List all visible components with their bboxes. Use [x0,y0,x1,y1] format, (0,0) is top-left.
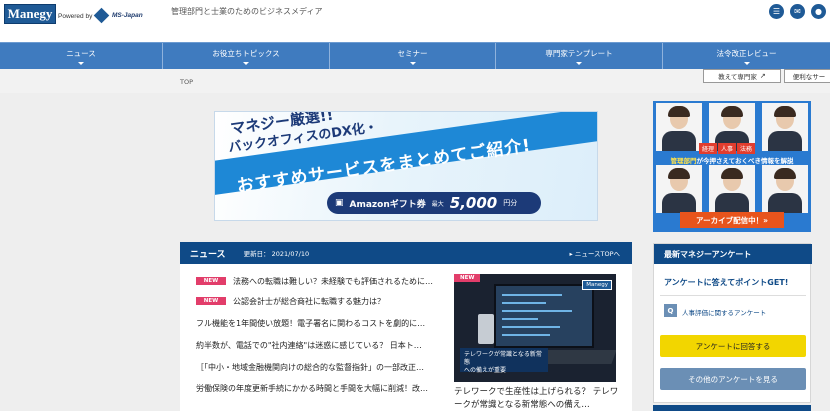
banner-gift-pill: ▣ Amazonギフト券 最大 5,000 円分 [327,192,541,214]
ms-japan-logo[interactable]: MS-Japan [93,7,143,24]
feature-image-caption: テレワークが常識となる新常態 への備えが重要 [460,348,548,374]
ms-japan-label: MS-Japan [112,12,143,19]
new-badge: NEW [196,277,226,285]
caret-down-icon [78,62,84,65]
nav-item-label: お役立ちトピックス [212,49,280,58]
survey-question-link[interactable]: 人事評価に関するアンケート [682,307,766,317]
main-nav: ニュース お役立ちトピックス セミナー 専門家テンプレート 法令改正レビュー [0,42,830,70]
news-headline: 公認会計士が総合商社に転職する魅力は？ [233,296,385,306]
topic-tag: 法務 [737,143,756,154]
caret-down-icon [243,62,249,65]
news-list-item[interactable]: 約半数が、電話での"社内連絡"は迷惑に感じている？ 日本ト… [196,338,444,352]
speaker-photo [656,103,703,151]
nav-item-law-review[interactable]: 法令改正レビュー [663,43,830,70]
mug-illustration [478,314,494,344]
archive-ad-banner[interactable]: 経理 人事 法務 管理部門が今押さえておくべき情報を解説 アーカイブ配信中！» [653,101,811,232]
feature-article-title[interactable]: テレワークで生産性は上げられる？ テレワークが常識となる新常態への備え… [454,386,620,411]
speaker-photo [656,165,703,213]
chat-icon[interactable]: ☰ [769,4,784,19]
ask-expert-label: 教えて専門家 [718,73,757,81]
site-header: Manegy Powered by MS-Japan 管理部門と士業のためのビジ… [0,0,830,42]
caret-down-icon [576,62,582,65]
external-link-icon: ↗ [759,72,766,80]
next-panel-header [653,405,811,411]
nav-item-label: 専門家テンプレート [545,49,613,58]
news-updated-date: 更新日： 2021/07/10 [243,250,310,258]
feature-brand-tag: Manegy [582,280,612,290]
other-surveys-button[interactable]: その他のアンケートを見る [660,368,806,390]
gift-name: Amazonギフト券 [349,199,426,210]
archive-ad-title-rest: が今押さえておくべき情報を解説 [696,157,794,165]
archive-button[interactable]: アーカイブ配信中！» [680,212,784,228]
speaker-photo [761,165,808,213]
caret-down-icon [743,62,750,65]
news-headline: 法務への転職は難しい？未経験でも評価されるために… [233,276,433,286]
nav-item-label: 法令改正レビュー [716,49,777,58]
topic-tag: 人事 [718,143,737,154]
powered-by-label: Powered by [58,13,93,20]
topic-tags: 経理 人事 法務 [699,143,756,154]
ms-japan-mark-icon [93,7,110,24]
useful-services-button[interactable]: 便利なサー [784,69,830,83]
news-list-item[interactable]: NEW 法務への転職は難しい？未経験でも評価されるために… [196,274,444,288]
speaker-photos-bottom [653,165,811,213]
useful-services-label: 便利なサー [792,73,826,81]
survey-title: 最新マネジーアンケート [654,244,812,264]
breadcrumb[interactable]: TOP [180,78,193,86]
gift-amount: 5,000 [449,194,498,212]
news-list-item[interactable]: 労働保険の年度更新手続にかかる時間と手間を大幅に削減！改… [196,381,444,395]
news-header: ニュース 更新日： 2021/07/10 ▸ ニュースTOPへ [180,242,632,264]
news-headline: 労働保険の年度更新手続にかかる時間と手間を大幅に削減！改… [196,383,428,393]
speaker-photo [761,103,808,151]
nav-item-label: セミナー [397,49,428,58]
user-icon[interactable]: ● [811,4,826,19]
feature-article-image[interactable]: テレワークが常識となる新常態 への備えが重要 NEW Manegy [454,274,616,382]
nav-item-label: ニュース [66,49,96,58]
feature-caption-line-1: テレワークが常識となる新常態 [464,351,542,366]
news-headline: フル機能を1年間使い放題！電子署名に関わるコストを劇的に… [196,318,426,328]
topic-tag: 経理 [699,143,718,154]
gift-unit: 円分 [503,199,518,207]
survey-panel: 最新マネジーアンケート アンケートに答えてポイントGET! Q 人事評価に関する… [653,243,812,403]
news-section-title: ニュース [190,249,226,260]
news-list-item[interactable]: NEW 公認会計士が総合商社に転職する魅力は？ [196,294,444,308]
promo-banner[interactable]: マネジー厳選!! バックオフィスのDX化・ 業務改善 を強力サポート おすすめサ… [214,111,598,221]
ask-expert-button[interactable]: 教えて専門家 ↗ [703,69,781,83]
question-icon: Q [664,304,677,317]
manegy-logo[interactable]: Manegy [4,4,56,24]
archive-ad-title-highlight: 管理部門 [670,157,697,165]
monitor-illustration [494,284,594,348]
nav-item-seminar[interactable]: セミナー [330,43,496,70]
survey-subtitle: アンケートに答えてポイントGET! [664,278,789,287]
feature-new-badge: NEW [454,274,481,282]
caret-down-icon [409,62,416,65]
gift-icon: ▣ [335,198,344,208]
archive-ad-title: 管理部門が今押さえておくべき情報を解説 [653,155,811,165]
speaker-photo [708,165,755,213]
news-list-item[interactable]: ［「中小・地域金融機関向けの総合的な監督指針」の一部改正… [196,360,444,374]
news-headline: ［「中小・地域金融機関向けの総合的な監督指針」の一部改正… [196,362,424,372]
nav-item-templates[interactable]: 専門家テンプレート [496,43,663,70]
news-list-item[interactable]: フル機能を1年間使い放題！電子署名に関わるコストを劇的に… [196,316,444,330]
nav-item-news[interactable]: ニュース [0,43,163,70]
divider [660,295,806,296]
feature-caption-line-2: への備えが重要 [464,366,507,374]
news-headline: 約半数が、電話での"社内連絡"は迷惑に感じている？ 日本ト… [196,340,422,350]
gift-prefix: 最大 [431,200,444,208]
mail-icon[interactable]: ✉ [790,4,805,19]
nav-item-topics[interactable]: お役立ちトピックス [163,43,330,70]
answer-survey-button[interactable]: アンケートに回答する [660,335,806,357]
news-top-link[interactable]: ▸ ニュースTOPへ [569,248,620,258]
new-badge: NEW [196,297,226,305]
site-tagline: 管理部門と士業のためのビジネスメディア [171,7,323,16]
